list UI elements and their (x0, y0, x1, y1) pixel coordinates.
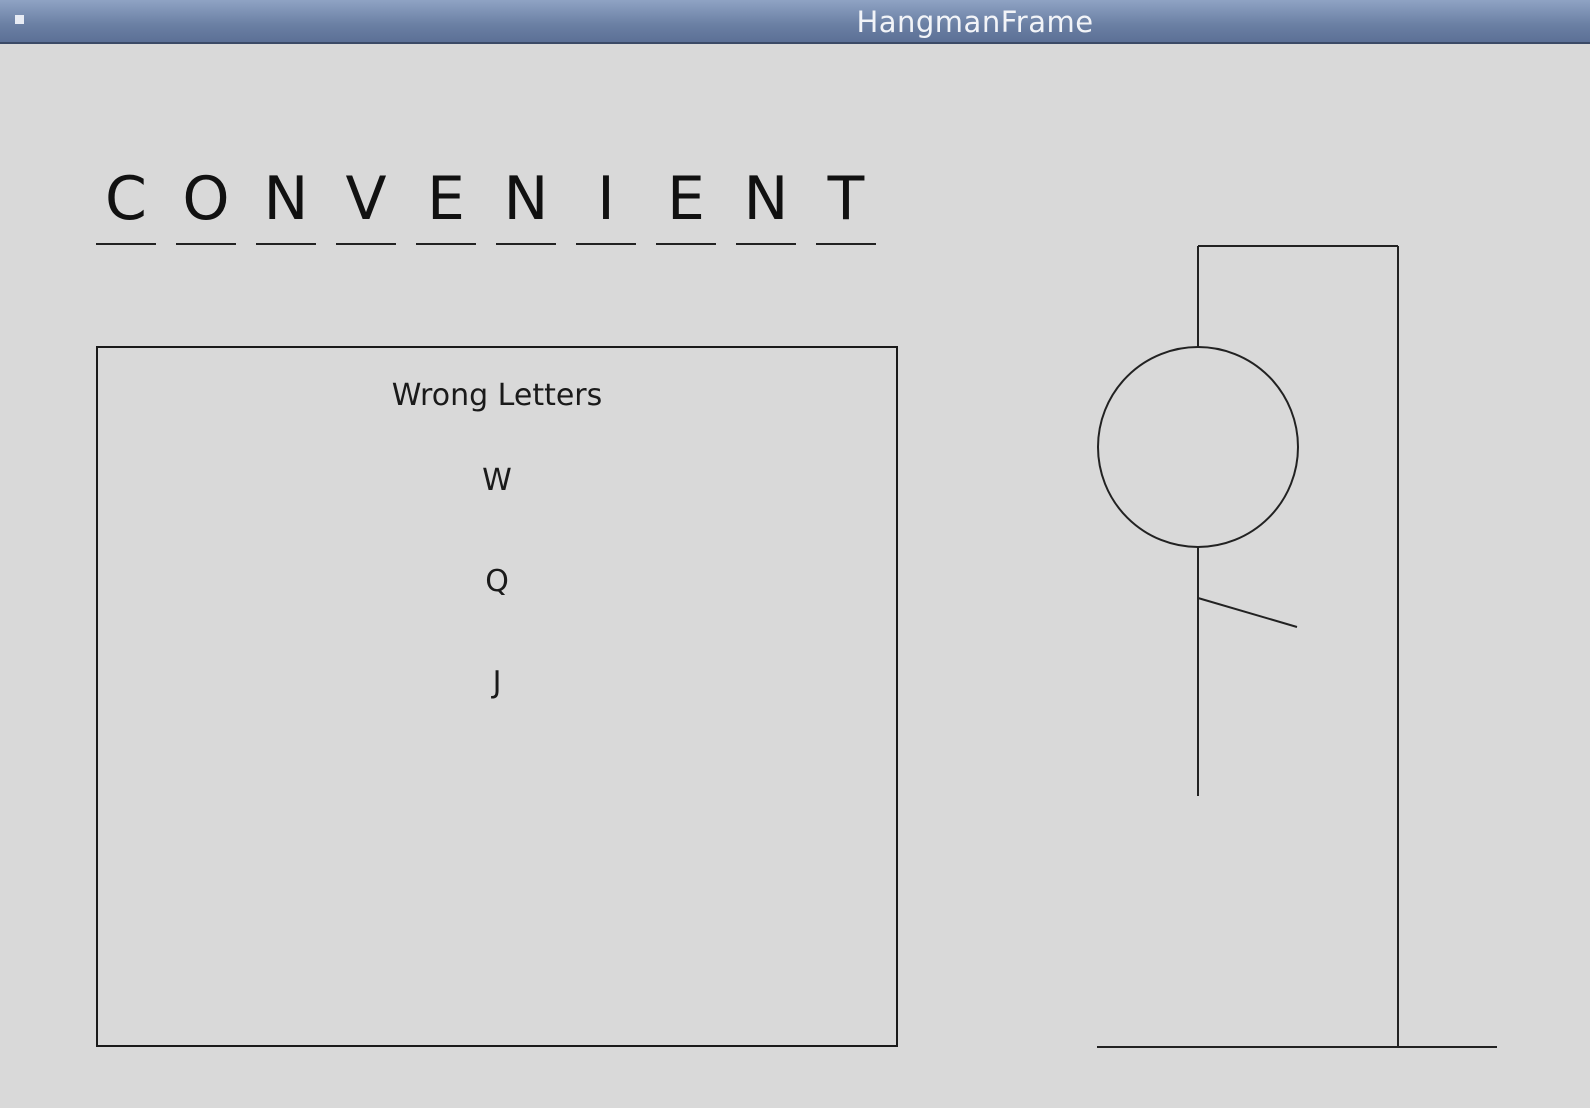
hangman-window: HangmanFrame CONVENIENT Wrong Letters WQ… (0, 0, 1590, 1108)
hangman-right-arm (1197, 597, 1298, 628)
hangman-head (1097, 346, 1299, 548)
gallows-drawing (1097, 245, 1497, 1048)
